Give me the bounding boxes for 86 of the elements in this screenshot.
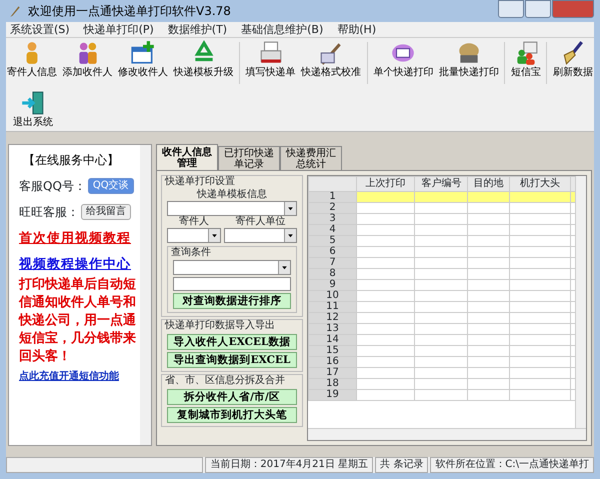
- scrollbar[interactable]: [140, 145, 151, 445]
- toolbar-button[interactable]: 修改收件人: [117, 38, 170, 81]
- toolbar-button[interactable]: 退出系统: [12, 88, 54, 131]
- input-field[interactable]: [173, 277, 291, 291]
- wangwang-label: 旺旺客服：: [19, 204, 79, 221]
- caret-icon: [287, 232, 294, 239]
- menu-item[interactable]: 快递单打印(P): [84, 22, 154, 37]
- caret-icon: [210, 232, 218, 239]
- toolbar-button[interactable]: 添加收件人: [62, 38, 114, 81]
- qq-label: 客服QQ号：: [19, 178, 86, 195]
- status-text: 共 条记录: [375, 457, 428, 473]
- caret-icon: [287, 205, 294, 212]
- row-number: 9: [308, 280, 357, 290]
- field-label: 寄件人单位: [234, 216, 286, 228]
- dropdown-field[interactable]: [167, 201, 297, 216]
- leave-message-button[interactable]: 给我留言: [81, 204, 131, 220]
- column-header[interactable]: 上次打印: [356, 176, 415, 192]
- header-corner: [308, 176, 357, 192]
- horizontal-scrollbar[interactable]: [308, 428, 586, 440]
- toolbar-button[interactable]: 单个快递打印: [372, 38, 434, 81]
- action-button[interactable]: 复制城市到机打大头笔: [167, 407, 297, 423]
- field-label: 快递单模板信息: [196, 189, 268, 201]
- group-title: 快递单打印设置: [165, 176, 236, 188]
- column-header[interactable]: 机打大头: [510, 176, 570, 192]
- dropdown-field[interactable]: [224, 228, 297, 243]
- vertical-scrollbar[interactable]: [575, 176, 586, 428]
- row-number: 15: [308, 346, 357, 356]
- row-number: 3: [308, 214, 357, 224]
- video-link[interactable]: 首次使用视频教程: [19, 229, 131, 248]
- tab[interactable]: 已打印快递单记录: [218, 146, 280, 170]
- column-header[interactable]: 客户编号: [414, 176, 468, 192]
- toolbar-button[interactable]: 快递模板升级: [172, 38, 235, 81]
- feather-icon: [8, 4, 22, 18]
- maximize-button[interactable]: [525, 0, 551, 18]
- sort-button[interactable]: 对查询数据进行排序: [173, 293, 291, 309]
- row-number: 6: [308, 246, 357, 258]
- row-number: 4: [308, 224, 357, 236]
- menu-item[interactable]: 数据维护(T): [168, 22, 228, 37]
- column-header[interactable]: 目的地: [468, 176, 510, 192]
- recharge-link[interactable]: 点此充值开通短信功能: [19, 369, 119, 384]
- row-number: 18: [308, 378, 357, 390]
- toolbar-button[interactable]: 批量快递打印: [438, 38, 500, 81]
- toolbar-button[interactable]: 快递格式校准: [300, 38, 362, 81]
- row-number: 7: [308, 258, 357, 268]
- folder-plus-icon: [130, 40, 156, 66]
- row-number: 1: [308, 192, 357, 202]
- menu-item[interactable]: 基础信息维护(B): [241, 22, 324, 37]
- dropdown-field[interactable]: [167, 228, 220, 243]
- printer-icon: [258, 40, 284, 66]
- row-number: 14: [308, 334, 357, 346]
- window-title: 欢迎使用一点通快递单打印软件V3.78: [28, 3, 231, 20]
- group-title: 查询条件: [171, 247, 212, 259]
- action-button[interactable]: 导入收件人EXCEL数据: [167, 334, 297, 350]
- toolbar-button[interactable]: 刷新数据: [552, 38, 594, 81]
- row-number: 12: [308, 312, 357, 324]
- action-button[interactable]: 导出查询数据到EXCEL: [167, 352, 297, 368]
- toolbar-button[interactable]: 寄件人信息: [6, 38, 58, 81]
- action-button[interactable]: 拆分收件人省/市/区: [167, 389, 297, 405]
- minimize-button[interactable]: [498, 0, 524, 18]
- status-text: 当前日期：2017年4月21日 星期五: [205, 457, 374, 473]
- row-number: 16: [308, 356, 357, 368]
- caret-icon: [281, 264, 288, 271]
- row-number: 11: [308, 302, 357, 312]
- status-text: 软件所在位置：C:\一点通快递单打: [430, 457, 594, 473]
- promo-text: 打印快递单后自动短信通知收件人单号和快递公司，用一点通短信宝，几分钱带来回头客！: [19, 276, 137, 366]
- menu-item[interactable]: 帮助(H): [337, 22, 376, 37]
- row-number: 19: [308, 390, 357, 400]
- tutorial-link[interactable]: 视频教程操作中心: [19, 254, 131, 274]
- menu-item[interactable]: 系统设置(S): [10, 22, 70, 37]
- row-number: 17: [308, 368, 357, 378]
- toolbar-button[interactable]: 短信宝: [510, 38, 542, 81]
- row-number: 10: [308, 290, 357, 302]
- exit-door-icon: [20, 90, 46, 116]
- toolbar-button[interactable]: 填写快递单: [244, 38, 297, 81]
- tab[interactable]: 快递费用汇总统计: [280, 146, 342, 170]
- group-title: 省、市、区信息分拆及合并: [165, 375, 286, 387]
- row-number: 13: [308, 324, 357, 334]
- row-number: 5: [308, 236, 357, 246]
- row-number: 2: [308, 202, 357, 214]
- tab[interactable]: 收件人信息管理: [156, 144, 218, 170]
- row-number: 8: [308, 268, 357, 280]
- group-title: 快递单打印数据导入导出: [165, 320, 276, 332]
- panel-title: 【在线服务中心】: [23, 152, 120, 169]
- dropdown-field[interactable]: [173, 260, 291, 275]
- table-row[interactable]: 1: [308, 192, 586, 202]
- field-label: 寄件人: [178, 216, 210, 228]
